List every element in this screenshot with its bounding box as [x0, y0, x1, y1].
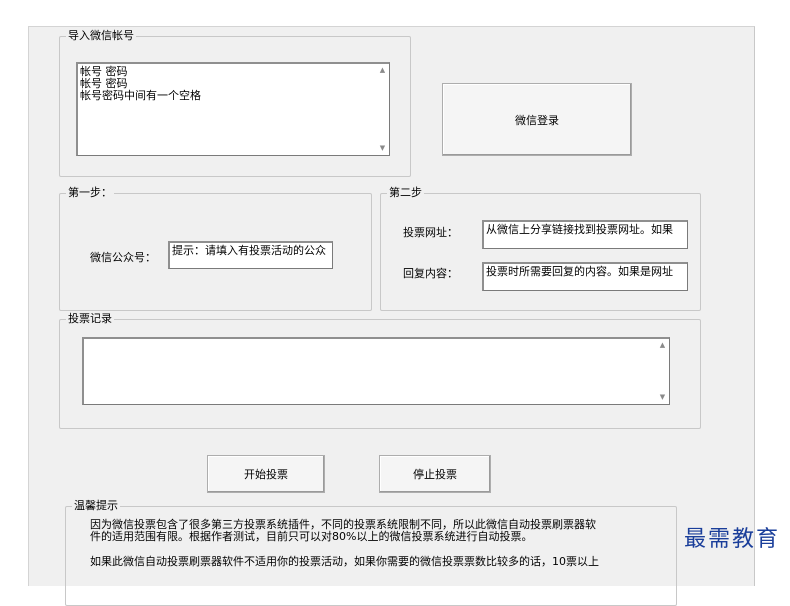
scroll-down-icon[interactable]: ▼	[656, 391, 669, 404]
vote-log-group: 投票记录 ▲ ▼	[59, 312, 701, 429]
wechat-login-button[interactable]: 微信登录	[442, 83, 632, 156]
start-vote-button[interactable]: 开始投票	[207, 455, 325, 493]
tips-title: 温馨提示	[72, 499, 120, 513]
tips-para1-line2: 件的适用范围有限。根据作者测试，目前只可以对80%以上的微信投票系统进行自动投票…	[90, 530, 533, 543]
stop-vote-button[interactable]: 停止投票	[379, 455, 491, 493]
app-window: 导入微信帐号 帐号 密码 帐号 密码 帐号密码中间有一个空格 ▲ ▼ 微信登录 …	[28, 26, 755, 606]
reply-content-label: 回复内容：	[403, 267, 458, 280]
step2-group: 第二步 投票网址： 从微信上分享链接找到投票网址。如果 回复内容： 投票时所需要…	[380, 186, 701, 311]
step1-title: 第一步：	[66, 186, 114, 200]
vote-log-textarea[interactable]: ▲ ▼	[82, 337, 670, 405]
scroll-down-icon[interactable]: ▼	[376, 142, 389, 155]
step1-group: 第一步： 微信公众号： 提示：请填入有投票活动的公众	[59, 186, 372, 311]
import-accounts-group: 导入微信帐号 帐号 密码 帐号 密码 帐号密码中间有一个空格 ▲ ▼	[59, 29, 411, 177]
import-accounts-title: 导入微信帐号	[66, 29, 136, 43]
vote-url-label: 投票网址：	[403, 226, 458, 239]
reply-content-input[interactable]: 投票时所需要回复的内容。如果是网址	[482, 262, 688, 291]
vote-url-input[interactable]: 从微信上分享链接找到投票网址。如果	[482, 220, 688, 249]
watermark-text: 最需教育	[683, 527, 780, 552]
official-account-label: 微信公众号：	[90, 251, 156, 264]
scroll-up-icon[interactable]: ▲	[656, 339, 669, 352]
tips-group: 温馨提示 因为微信投票包含了很多第三方投票系统插件，不同的投票系统限制不同，所以…	[65, 499, 677, 606]
vote-log-title: 投票记录	[66, 312, 114, 326]
scroll-up-icon[interactable]: ▲	[376, 64, 389, 77]
accounts-text: 帐号 密码 帐号 密码 帐号密码中间有一个空格	[80, 65, 201, 102]
tips-para2-line1: 如果此微信自动投票刷票器软件不适用你的投票活动，如果你需要的微信投票票数比较多的…	[90, 555, 599, 568]
step2-title: 第二步	[387, 186, 424, 200]
official-account-input[interactable]: 提示：请填入有投票活动的公众	[168, 241, 333, 269]
accounts-scrollbar[interactable]: ▲ ▼	[376, 64, 389, 155]
vote-log-scrollbar[interactable]: ▲ ▼	[656, 339, 669, 404]
vote-log-text	[84, 339, 669, 343]
accounts-textarea[interactable]: 帐号 密码 帐号 密码 帐号密码中间有一个空格 ▲ ▼	[76, 62, 390, 156]
